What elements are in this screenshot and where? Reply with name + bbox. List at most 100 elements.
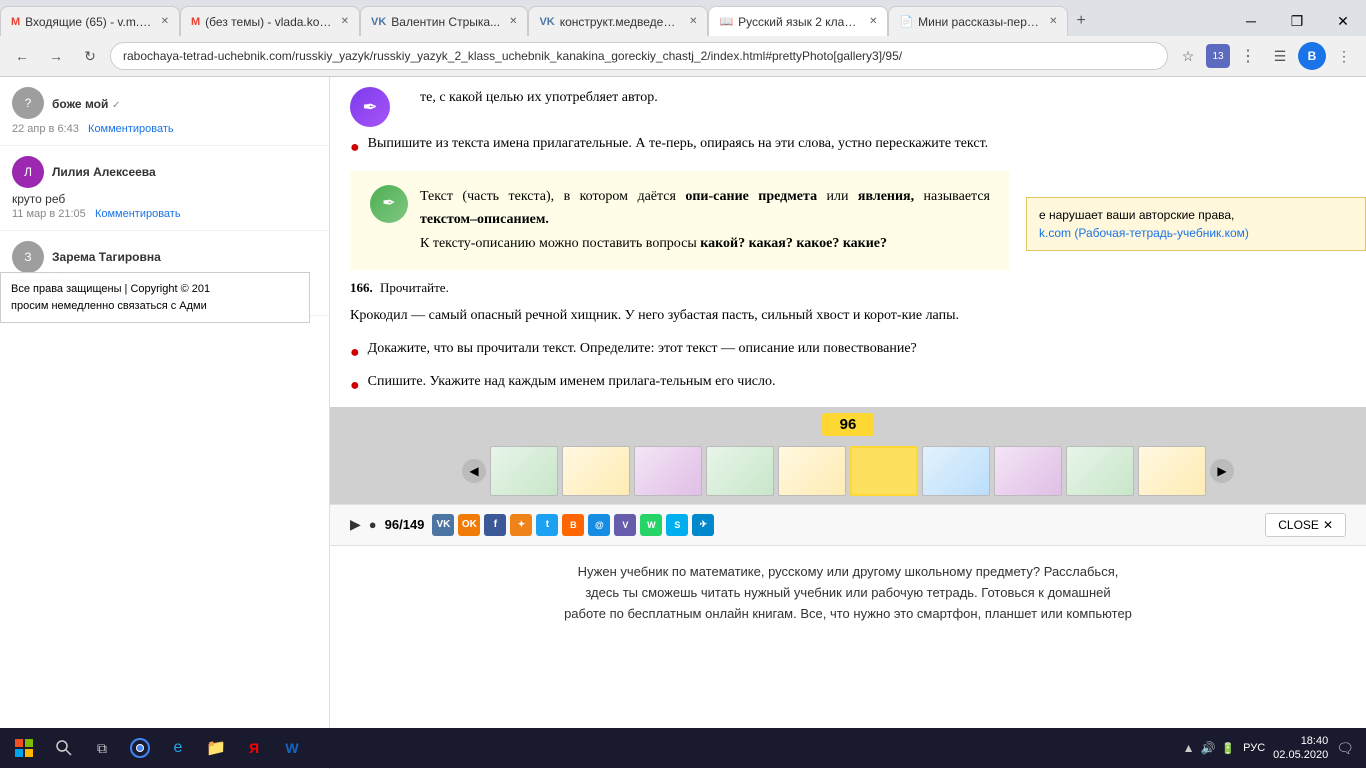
share-odnoklassniki[interactable]: ✦ — [510, 514, 532, 536]
tab-gmail-inbox[interactable]: M Входящие (65) - v.m.kc... ✕ — [0, 6, 180, 36]
browser-chrome: M Входящие (65) - v.m.kc... ✕ M (без тем… — [0, 0, 1366, 77]
bullet-dot-2: ● — [350, 340, 360, 366]
thumb-inner-5 — [779, 447, 845, 495]
play-button[interactable]: ▶ — [350, 516, 361, 533]
thumb-prev-button[interactable]: ◀ — [462, 459, 486, 483]
thumb-8[interactable] — [994, 446, 1062, 496]
thumb-2[interactable] — [562, 446, 630, 496]
thumb-10[interactable] — [1138, 446, 1206, 496]
taskbar-explorer[interactable]: 📁 — [198, 730, 234, 766]
share-blog[interactable]: B — [562, 514, 584, 536]
thumb-3[interactable] — [634, 446, 702, 496]
tab-vk-1[interactable]: VK Валентин Стрыка... ✕ — [360, 6, 528, 36]
gmail-icon: M — [11, 16, 20, 28]
new-tab-button[interactable]: + — [1068, 8, 1093, 34]
tab-vk-2[interactable]: VK конструкт.медведева... ✕ — [528, 6, 708, 36]
close-button[interactable]: ✕ — [1320, 3, 1366, 39]
exercise-body: Крокодил — самый опасный речной хищник. … — [350, 304, 1010, 328]
word-icon: W — [285, 740, 298, 756]
comment-name-3: Зарема Тагировна — [52, 250, 161, 264]
tab-stories[interactable]: 📄 Мини рассказы-пере... ✕ — [888, 6, 1068, 36]
tab-close-4[interactable]: ✕ — [869, 16, 877, 27]
thumb-7[interactable] — [922, 446, 990, 496]
maximize-button[interactable]: ❐ — [1274, 3, 1320, 39]
tab-close-1[interactable]: ✕ — [341, 16, 349, 27]
url-input[interactable] — [110, 42, 1168, 70]
definition-inner: ✒ Текст (часть текста), в котором даётся… — [370, 185, 990, 256]
tab-label-4: конструкт.медведева... — [560, 15, 680, 29]
taskbar-chrome[interactable] — [122, 730, 158, 766]
lang-indicator[interactable]: РУС — [1243, 742, 1265, 754]
chrome-icon — [130, 738, 150, 758]
tab-gmail-2[interactable]: M (без темы) - vlada.kons... ✕ — [180, 6, 360, 36]
thumb-next-button[interactable]: ▶ — [1210, 459, 1234, 483]
settings-icon[interactable]: ☰ — [1266, 42, 1294, 70]
toolbar-icons: ☆ 13 ⋮ ☰ B ⋮ — [1174, 42, 1358, 70]
taskbar-ie[interactable]: e — [160, 730, 196, 766]
share-viber[interactable]: V — [614, 514, 636, 536]
profile-button[interactable]: B — [1298, 42, 1326, 70]
taskbar-search[interactable] — [46, 730, 82, 766]
share-whatsapp[interactable]: W — [640, 514, 662, 536]
clock: 18:40 02.05.2020 — [1273, 734, 1328, 763]
copyright-overlay: Все права защищены | Copyright © 201 про… — [0, 272, 310, 323]
close-button-media[interactable]: CLOSE ✕ — [1265, 513, 1346, 537]
comment-name-1: боже мой — [52, 97, 108, 111]
tab-textbook-active[interactable]: 📖 Русский язык 2 класс ... ✕ — [708, 6, 888, 36]
bottom-text-area: Нужен учебник по математике, русскому ил… — [330, 545, 1366, 640]
tab-close-5[interactable]: ✕ — [1049, 16, 1057, 27]
definition-box: ✒ Текст (часть текста), в котором даётся… — [350, 171, 1010, 270]
share-mail[interactable]: @ — [588, 514, 610, 536]
marker-icon-1: ✒ — [350, 87, 390, 127]
bullet-text-3: Спишите. Укажите над каждым именем прила… — [368, 371, 776, 393]
comment-item-1: ? боже мой ✓ 22 апр в 6:43 Комментироват… — [0, 77, 329, 146]
share-facebook[interactable]: f — [484, 514, 506, 536]
extension-icon-1[interactable]: 13 — [1206, 44, 1230, 68]
page-count: 96/149 — [385, 517, 425, 532]
thumb-5[interactable] — [778, 446, 846, 496]
share-skype[interactable]: S — [666, 514, 688, 536]
comment-link-2[interactable]: Комментировать — [95, 208, 181, 220]
taskbar-taskview[interactable]: ⧉ — [84, 730, 120, 766]
minimize-button[interactable]: ─ — [1228, 3, 1274, 39]
more-icon[interactable]: ⋮ — [1234, 42, 1262, 70]
taskview-icon: ⧉ — [97, 740, 107, 757]
thumb-6-active[interactable] — [850, 446, 918, 496]
bullet-text-2: Докажите, что вы прочитали текст. Опреде… — [368, 338, 917, 360]
taskbar-yandex[interactable]: Я — [236, 730, 272, 766]
thumb-inner-8 — [995, 447, 1061, 495]
network-icon[interactable]: ▲ — [1183, 741, 1195, 755]
refresh-button[interactable]: ↻ — [76, 42, 104, 70]
textbook-page: ✒ те, с какой целью их употребляет автор… — [330, 77, 1030, 399]
bookmark-icon[interactable]: ☆ — [1174, 42, 1202, 70]
back-button[interactable]: ← — [8, 42, 36, 70]
bullet-icon: ● — [369, 517, 377, 532]
vk-icon-2: VK — [539, 16, 554, 28]
battery-icon[interactable]: 🔋 — [1221, 742, 1235, 755]
share-vk[interactable]: VK — [432, 514, 454, 536]
tab-close-2[interactable]: ✕ — [509, 16, 517, 27]
thumb-9[interactable] — [1066, 446, 1134, 496]
bullet-dot-1: ● — [350, 135, 360, 161]
left-sidebar: ? боже мой ✓ 22 апр в 6:43 Комментироват… — [0, 77, 330, 769]
tab-close-0[interactable]: ✕ — [161, 16, 169, 27]
menu-button[interactable]: ⋮ — [1330, 42, 1358, 70]
share-twitter[interactable]: t — [536, 514, 558, 536]
social-icons: VK OK f ✦ t B @ V W S ✈ — [432, 514, 714, 536]
share-telegram[interactable]: ✈ — [692, 514, 714, 536]
tab-close-3[interactable]: ✕ — [689, 16, 697, 27]
clock-date: 02.05.2020 — [1273, 748, 1328, 762]
thumb-1[interactable] — [490, 446, 558, 496]
thumbnail-strip: ◀ ▶ — [330, 442, 1366, 500]
notification-icon[interactable]: 🗨 — [1336, 740, 1354, 757]
thumb-4[interactable] — [706, 446, 774, 496]
comment-link-1[interactable]: Комментировать — [88, 123, 174, 135]
forward-button[interactable]: → — [42, 42, 70, 70]
definition-text: Текст (часть текста), в котором даётся о… — [420, 185, 990, 256]
taskbar-word[interactable]: W — [274, 730, 310, 766]
right-notice: е нарушает ваши авторские права, k.com (… — [1026, 197, 1366, 251]
thumb-inner-10 — [1139, 447, 1205, 495]
start-button[interactable] — [4, 728, 44, 768]
speaker-icon[interactable]: 🔊 — [1200, 741, 1215, 755]
share-ok[interactable]: OK — [458, 514, 480, 536]
